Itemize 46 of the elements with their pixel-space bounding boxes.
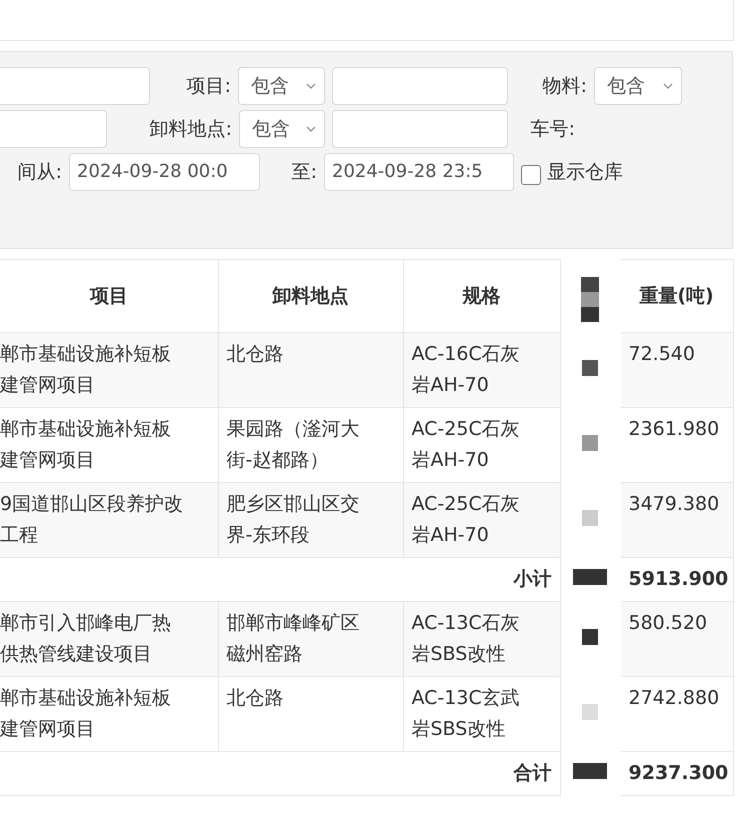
select-dropdown[interactable]: 包含 (594, 67, 682, 105)
input-field[interactable] (0, 67, 150, 105)
redacted-block (582, 360, 598, 376)
input-field[interactable] (332, 67, 508, 105)
checkbox-label: 显示仓库 (547, 160, 623, 185)
caret-icon (306, 126, 316, 132)
table-cell: AC-13C石灰 岩SBS改性 (403, 602, 560, 676)
caret-icon (663, 83, 673, 89)
redacted-block (573, 569, 607, 585)
table-cell: 3479.380 (620, 482, 733, 558)
caret-icon (306, 83, 316, 89)
redacted-block (582, 510, 598, 526)
input-field[interactable] (332, 110, 508, 148)
redacted-block (581, 276, 599, 322)
table-cell: 北仓路 (218, 332, 403, 408)
redacted-block (582, 628, 598, 644)
date-field[interactable]: 2024-09-28 23:5 (324, 153, 514, 191)
table-cell: 肥乡区邯山区交 界-东环段 (218, 482, 403, 558)
table-cell: 580.520 (620, 602, 733, 676)
input-field[interactable] (0, 110, 107, 148)
table-cell: 北仓路 (218, 676, 403, 752)
table-cell: 郸市基础设施补短板 建管网项目 (0, 676, 218, 752)
checkbox[interactable] (521, 165, 541, 185)
table-cell: AC-16C石灰 岩AH-70 (403, 332, 560, 408)
summary-value: 9237.300 (620, 752, 733, 796)
field-label: 车号: (530, 117, 575, 142)
table-cell: AC-25C石灰 岩AH-70 (403, 482, 560, 558)
field-label: 间从: (16, 160, 62, 185)
redacted-block (573, 763, 607, 779)
date-field[interactable]: 2024-09-28 00:0 (69, 153, 260, 191)
field-label: 物料: (542, 74, 587, 99)
select-dropdown[interactable]: 包含 (239, 110, 325, 148)
redacted-block (582, 434, 598, 450)
table-cell: 72.540 (620, 332, 733, 408)
select-dropdown[interactable]: 包含 (238, 67, 325, 105)
field-label: 项目: (186, 74, 231, 99)
summary-label: 合计 (0, 752, 560, 796)
table-cell: 邯郸市峰峰矿区 磁州窑路 (218, 602, 403, 676)
redacted-block (582, 704, 598, 720)
field-label: 卸料地点: (148, 117, 232, 142)
table-cell: 郸市基础设施补短板 建管网项目 (0, 332, 218, 408)
table-cell: 9国道邯山区段养护改 工程 (0, 482, 218, 558)
table-cell: 郸市引入邯峰电厂热 供热管线建设项目 (0, 602, 218, 676)
field-label: 至: (290, 160, 317, 185)
table-cell: 2742.880 (620, 676, 733, 752)
table-cell: AC-13C玄武 岩SBS改性 (403, 676, 560, 752)
